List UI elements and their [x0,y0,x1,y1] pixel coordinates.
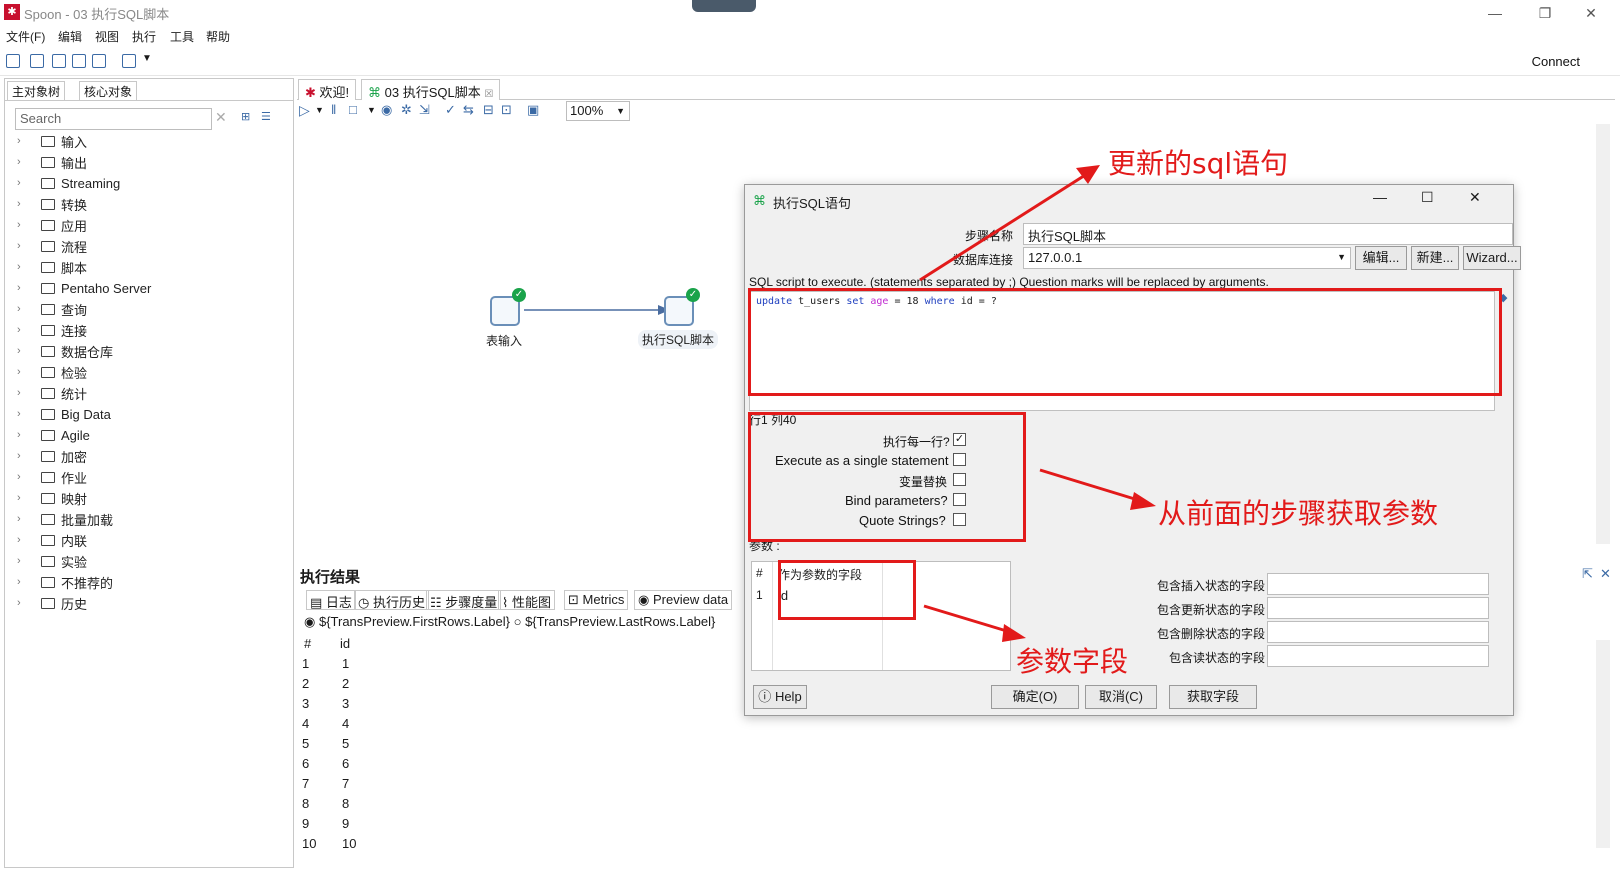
arrow-to-param-annotation [923,604,1011,634]
arrow-head-options [1130,492,1156,510]
annotation-sql: 更新的sql语句 [1108,147,1289,180]
arrow-head-sql [1076,165,1100,184]
annotation-param-field: 参数字段 [1016,645,1129,678]
annotation-arrows [919,165,1156,642]
annotation-params-from-prev: 从前面的步骤获取参数 [1158,497,1439,530]
arrow-to-options-annotation [1039,468,1139,502]
arrow-to-sql-annotation [919,170,1091,282]
